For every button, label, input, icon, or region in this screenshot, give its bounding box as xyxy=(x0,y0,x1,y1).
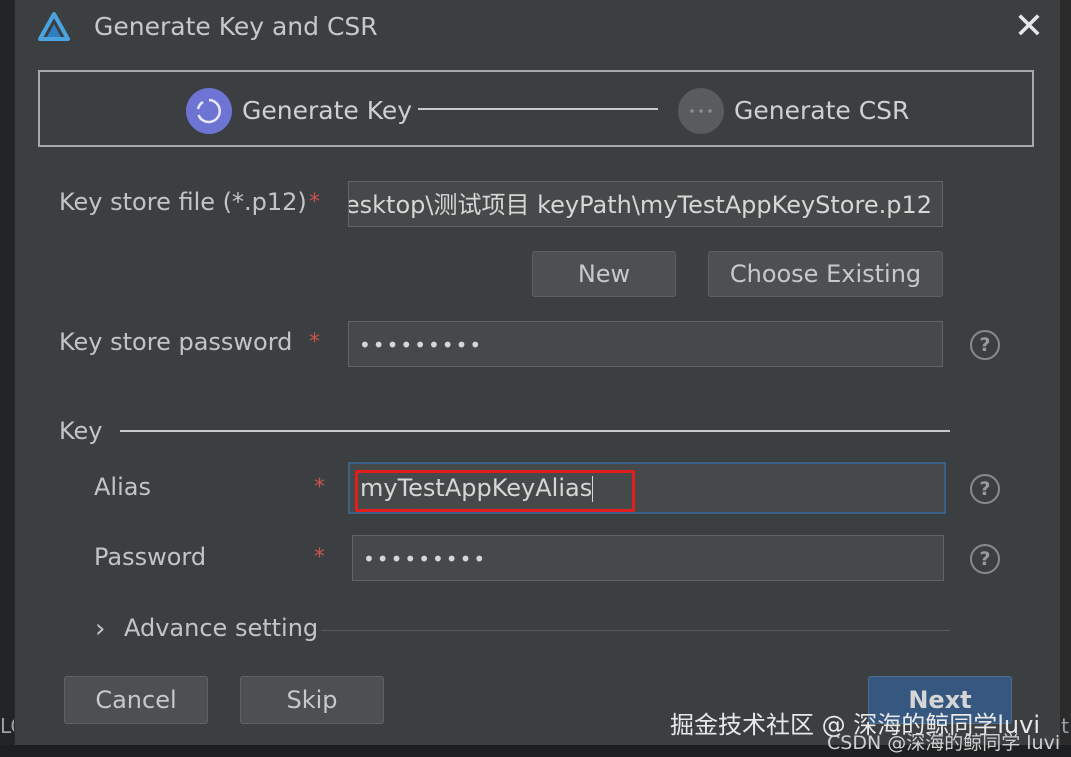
keystore-password-label: Key store password xyxy=(59,328,293,356)
close-icon[interactable]: ✕ xyxy=(1012,9,1046,45)
required-mark: * xyxy=(314,545,325,570)
advance-divider xyxy=(321,630,950,631)
required-mark: * xyxy=(309,330,320,355)
required-mark: * xyxy=(309,190,320,215)
generate-key-dialog: Generate Key and CSR ✕ Generate Key Gene… xyxy=(14,0,1061,745)
step-generate-csr-icon xyxy=(678,88,724,134)
step-generate-csr-label: Generate CSR xyxy=(734,96,910,125)
step-generate-key-icon xyxy=(186,88,232,134)
skip-button[interactable]: Skip xyxy=(240,676,384,724)
key-section-label: Key xyxy=(59,417,103,445)
background-panel-left xyxy=(0,0,14,757)
text-cursor xyxy=(592,476,594,502)
alias-label: Alias xyxy=(94,473,151,501)
help-icon[interactable]: ? xyxy=(970,544,1000,574)
background-text-right: t xyxy=(1061,714,1069,738)
step-connector xyxy=(418,108,658,110)
step-generate-key-label: Generate Key xyxy=(242,96,413,125)
keystore-file-label: Key store file (*.p12) xyxy=(59,188,307,216)
help-icon[interactable]: ? xyxy=(970,474,1000,504)
keystore-password-field[interactable]: ••••••••• xyxy=(348,321,943,367)
required-mark: * xyxy=(314,475,325,500)
choose-existing-button[interactable]: Choose Existing xyxy=(708,251,943,297)
keystore-file-input[interactable]: esktop\测试项目 keyPath\myTestAppKeyStore.p1… xyxy=(348,181,943,227)
app-logo-icon xyxy=(38,12,70,41)
key-password-label: Password xyxy=(94,543,207,571)
wizard-stepper: Generate Key Generate CSR xyxy=(38,70,1034,147)
dialog-title: Generate Key and CSR xyxy=(94,12,378,41)
watermark-csdn: CSDN @深海的鲸同学 luvi xyxy=(827,732,1061,754)
more-dots-icon xyxy=(690,109,712,113)
help-icon[interactable]: ? xyxy=(970,330,1000,360)
progress-ring-icon xyxy=(196,98,221,124)
key-password-field[interactable]: ••••••••• xyxy=(352,535,944,581)
alias-input[interactable]: myTestAppKeyAlias xyxy=(348,462,946,514)
new-keystore-button[interactable]: New xyxy=(532,251,676,297)
key-section-divider xyxy=(120,430,950,432)
chevron-right-icon[interactable]: › xyxy=(95,614,105,644)
advance-setting-toggle[interactable]: Advance setting xyxy=(124,614,318,642)
cancel-button[interactable]: Cancel xyxy=(64,676,208,724)
